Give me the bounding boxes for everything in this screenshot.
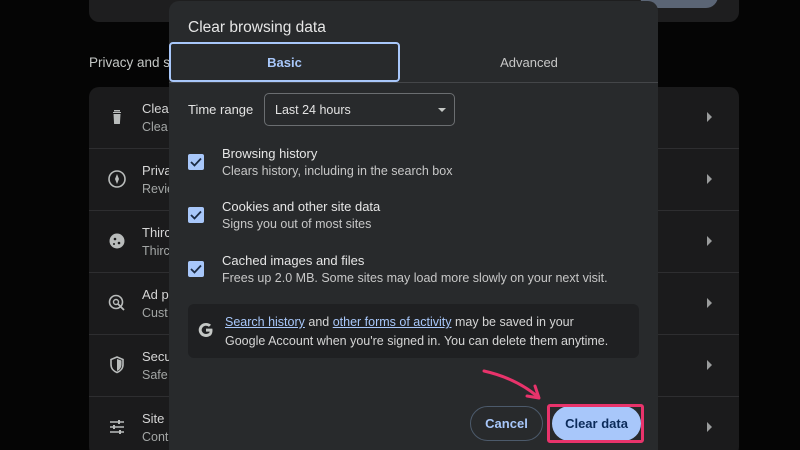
- browsing-history-checkbox[interactable]: [188, 154, 204, 170]
- notice-text: may be saved in your: [451, 315, 574, 329]
- option-subtitle: Signs you out of most sites: [222, 217, 372, 231]
- checkmark-icon: [190, 157, 202, 167]
- checkmark-icon: [190, 264, 202, 274]
- chevron-right-icon: [707, 422, 712, 432]
- option-title: Cached images and files: [222, 253, 365, 268]
- privacy-section-title: Privacy and s: [89, 55, 171, 70]
- cookie-icon: [107, 231, 127, 251]
- time-range-value: Last 24 hours: [275, 103, 351, 117]
- google-g-icon: [197, 321, 215, 339]
- option-subtitle: Frees up 2.0 MB. Some sites may load mor…: [222, 271, 608, 285]
- cookies-checkbox[interactable]: [188, 207, 204, 223]
- checkmark-icon: [190, 210, 202, 220]
- tab-basic[interactable]: Basic: [169, 42, 400, 82]
- option-cached-images: Cached images and files Frees up 2.0 MB.…: [169, 253, 658, 297]
- option-title: Browsing history: [222, 146, 318, 161]
- google-account-notice: Search history and other forms of activi…: [188, 304, 639, 358]
- row-title: Clea: [142, 101, 169, 116]
- trash-icon: [107, 107, 127, 127]
- row-title: Secu: [142, 349, 172, 364]
- tab-divider: [169, 82, 658, 83]
- row-subtitle: Cont: [142, 430, 169, 444]
- search-history-link[interactable]: Search history: [225, 315, 305, 329]
- notice-text: and: [304, 315, 333, 329]
- dropdown-caret-icon: [438, 108, 446, 112]
- row-title: Thirc: [142, 225, 171, 240]
- row-title: Priva: [142, 163, 172, 178]
- tab-advanced[interactable]: Advanced: [413, 42, 645, 82]
- ad-privacy-icon: [107, 293, 127, 313]
- option-browsing-history: Browsing history Clears history, includi…: [169, 146, 658, 190]
- chevron-right-icon: [707, 298, 712, 308]
- time-range-label: Time range: [188, 102, 254, 117]
- notice-line-1: Search history and other forms of activi…: [225, 315, 574, 329]
- notice-line-2: Google Account when you're signed in. Yo…: [225, 334, 609, 348]
- shield-icon: [107, 355, 127, 375]
- row-subtitle: Cust: [142, 306, 168, 320]
- chevron-right-icon: [707, 360, 712, 370]
- row-subtitle: Thirc: [142, 244, 170, 258]
- compass-icon: [107, 169, 127, 189]
- cancel-button[interactable]: Cancel: [470, 406, 543, 441]
- option-cookies: Cookies and other site data Signs you ou…: [169, 199, 658, 243]
- time-range-select[interactable]: Last 24 hours: [264, 93, 455, 126]
- clear-browsing-data-dialog: Clear browsing data Basic Advanced Time …: [169, 1, 658, 450]
- chevron-right-icon: [707, 174, 712, 184]
- row-subtitle: Safe: [142, 368, 168, 382]
- row-subtitle: Clea: [142, 120, 168, 134]
- chevron-right-icon: [707, 112, 712, 122]
- row-title: Ad p: [142, 287, 169, 302]
- sliders-icon: [107, 417, 127, 437]
- cached-images-checkbox[interactable]: [188, 261, 204, 277]
- other-activity-link[interactable]: other forms of activity: [333, 315, 452, 329]
- row-title: Site: [142, 411, 165, 426]
- annotation-highlight-box: [547, 404, 644, 443]
- option-subtitle: Clears history, including in the search …: [222, 164, 453, 178]
- chevron-right-icon: [707, 236, 712, 246]
- dialog-title: Clear browsing data: [188, 19, 326, 36]
- option-title: Cookies and other site data: [222, 199, 381, 214]
